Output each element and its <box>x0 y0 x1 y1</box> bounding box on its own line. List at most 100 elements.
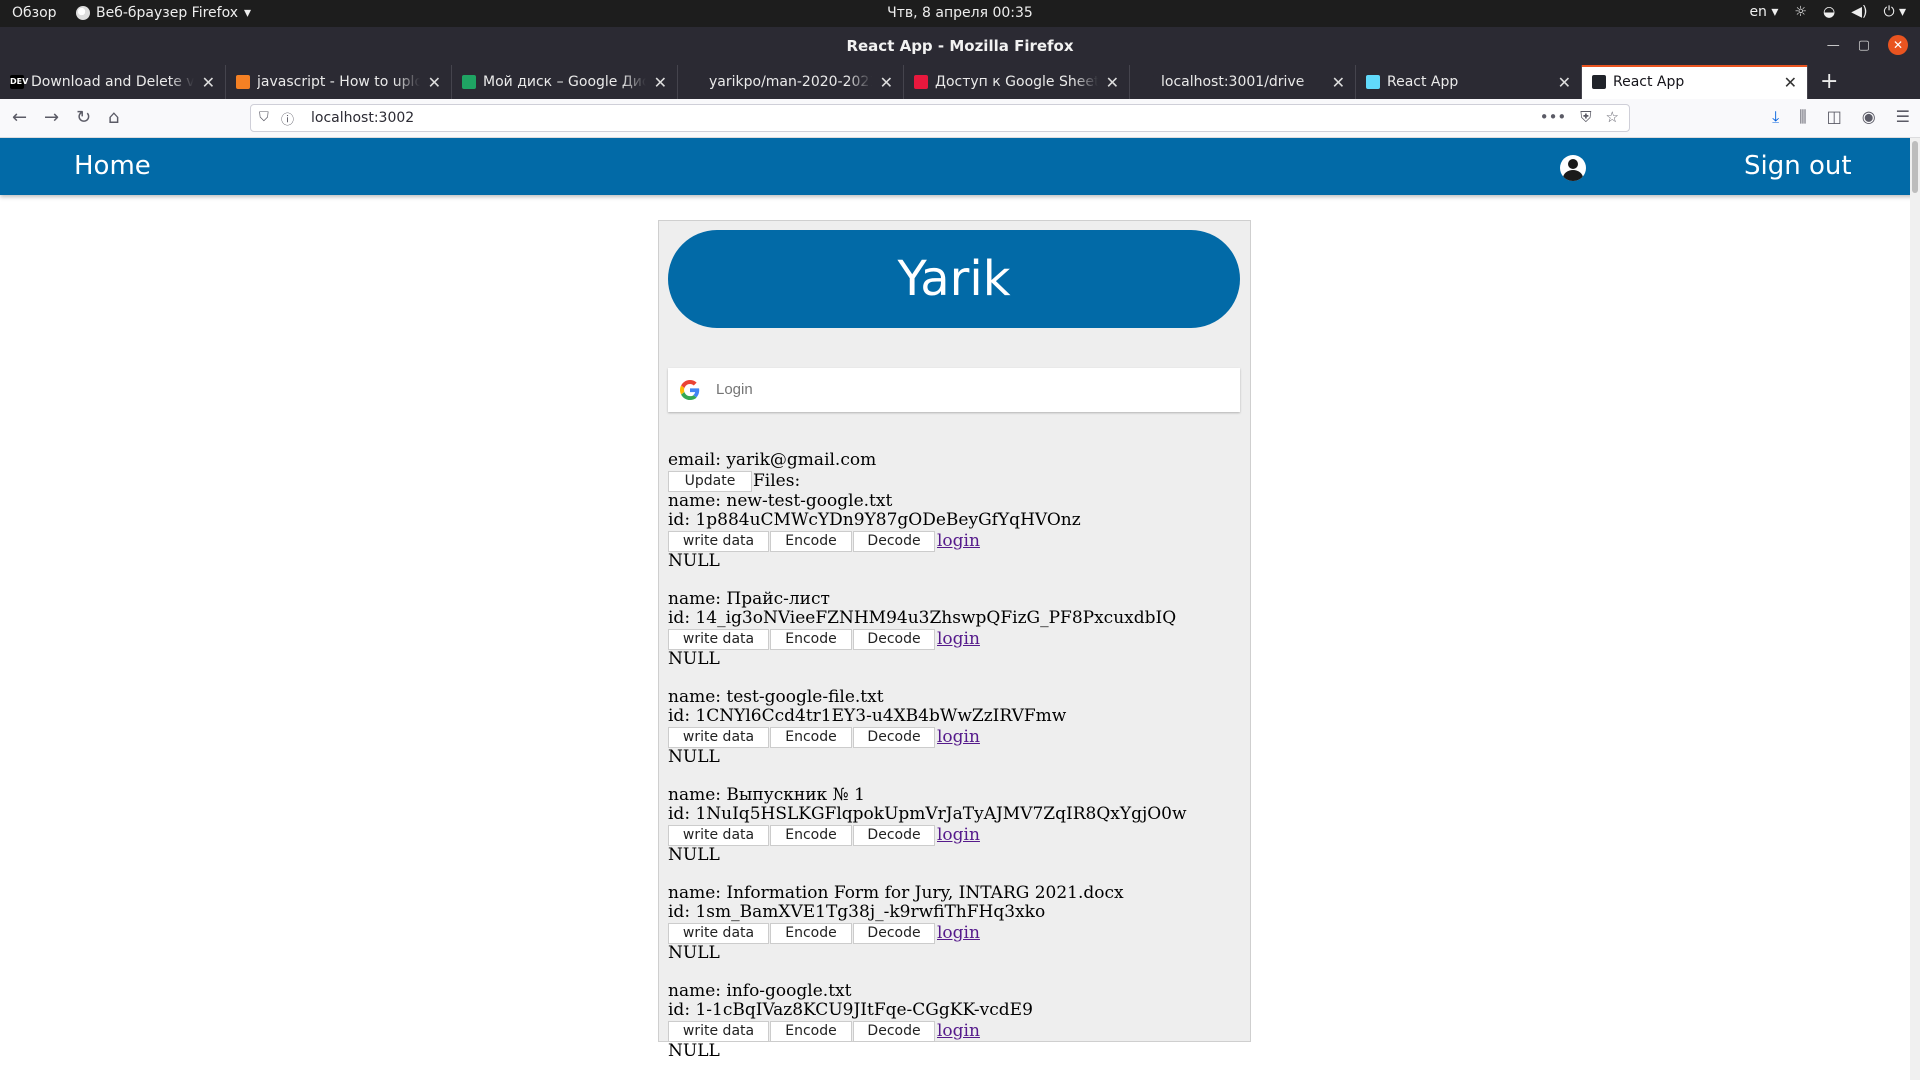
write-data-button[interactable]: write data <box>668 726 769 748</box>
chevron-down-icon: ▾ <box>244 5 252 21</box>
url-bar[interactable]: ⛉ ⓘ localhost:3002 ••• ⛨ ☆ <box>250 104 1630 132</box>
stackoverflow-icon <box>236 75 250 89</box>
tab-close-icon[interactable]: ✕ <box>202 73 215 92</box>
write-data-button[interactable]: write data <box>668 1020 769 1042</box>
update-button[interactable]: Update <box>668 470 752 492</box>
tab-close-icon[interactable]: ✕ <box>1106 73 1119 92</box>
encode-button[interactable]: Encode <box>770 726 852 748</box>
tab-label: yarikpo/man-2020-2021- <box>709 74 872 90</box>
file-id: id: 1CNYl6Ccd4tr1EY3-u4XB4bWwZzIRVFmw <box>668 706 1067 726</box>
reload-icon[interactable]: ↻ <box>76 107 91 128</box>
forward-arrow-icon[interactable]: → <box>44 107 59 128</box>
github-icon <box>688 75 702 89</box>
file-item: name: Прайс-лист id: 14_ig3oNVieeFZNHM94u… <box>668 590 1248 688</box>
decode-button[interactable]: Decode <box>853 628 935 650</box>
encode-button[interactable]: Encode <box>770 824 852 846</box>
minimize-icon[interactable]: — <box>1827 38 1840 53</box>
tab-8[interactable]: React App ✕ <box>1582 65 1808 99</box>
write-data-button[interactable]: write data <box>668 628 769 650</box>
system-tray[interactable]: en ▾ ☼ ◒ ◀) ⏻ ▾ <box>1749 4 1906 20</box>
pocket-icon[interactable]: ⛨ <box>1580 108 1591 126</box>
volume-icon: ◀) <box>1851 4 1868 20</box>
login-link[interactable]: login <box>937 629 980 649</box>
new-tab-icon[interactable]: + <box>1808 65 1838 99</box>
file-item: name: Information Form for Jury, INTARG … <box>668 884 1248 982</box>
file-item: name: new-test-google.txt id: 1p884uCMWcY… <box>668 492 1248 590</box>
tab-7[interactable]: React App ✕ <box>1356 65 1582 99</box>
encode-button[interactable]: Encode <box>770 530 852 552</box>
window-title: React App - Mozilla Firefox <box>846 37 1074 55</box>
encode-button[interactable]: Encode <box>770 628 852 650</box>
sidebar-icon[interactable]: ◫ <box>1827 107 1842 127</box>
language-indicator[interactable]: en ▾ <box>1749 4 1778 20</box>
user-avatar-icon[interactable] <box>1560 155 1586 181</box>
tab-label: javascript - How to uploa <box>257 74 420 90</box>
user-card: Yarik Login email: yarik@gmail.com Updat… <box>658 220 1251 1061</box>
write-data-button[interactable]: write data <box>668 824 769 846</box>
file-actions: write data Encode Decode login <box>668 922 1248 944</box>
back-arrow-icon[interactable]: ← <box>12 107 27 128</box>
decode-button[interactable]: Decode <box>853 922 935 944</box>
tab-2[interactable]: javascript - How to uploa ✕ <box>226 65 452 99</box>
app-menu[interactable]: Веб-браузер Firefox ▾ <box>76 5 251 21</box>
tab-close-icon[interactable]: ✕ <box>880 73 893 92</box>
tab-6[interactable]: localhost:3001/drive ✕ <box>1130 65 1356 99</box>
decode-button[interactable]: Decode <box>853 726 935 748</box>
system-clock[interactable]: Чтв, 8 апреля 00:35 <box>0 5 1920 21</box>
decode-button[interactable]: Decode <box>853 1020 935 1042</box>
file-item: name: info-google.txt id: 1-1cBqIVaz8KCU9… <box>668 982 1248 1061</box>
login-link[interactable]: login <box>937 923 980 943</box>
login-link[interactable]: login <box>937 531 980 551</box>
file-name: name: test-google-file.txt <box>668 687 884 707</box>
window-title-bar: React App - Mozilla Firefox — ▢ ✕ <box>0 27 1920 65</box>
react-icon <box>1592 75 1606 89</box>
write-data-button[interactable]: write data <box>668 922 769 944</box>
update-row: Update Files: <box>668 470 1248 492</box>
decode-button[interactable]: Decode <box>853 824 935 846</box>
write-data-button[interactable]: write data <box>668 530 769 552</box>
tab-3[interactable]: Мой диск – Google Диск ✕ <box>452 65 678 99</box>
home-icon[interactable]: ⌂ <box>108 107 119 128</box>
tab-close-icon[interactable]: ✕ <box>428 73 441 92</box>
file-name: name: Information Form for Jury, INTARG … <box>668 883 1124 903</box>
account-icon[interactable]: ◉ <box>1862 107 1876 127</box>
login-link[interactable]: login <box>937 1021 980 1041</box>
tab-close-icon[interactable]: ✕ <box>654 73 667 92</box>
encode-button[interactable]: Encode <box>770 1020 852 1042</box>
google-drive-icon <box>462 75 476 89</box>
tab-close-icon[interactable]: ✕ <box>1332 73 1345 92</box>
file-item: name: test-google-file.txt id: 1CNYl6Ccd4… <box>668 688 1248 786</box>
bookmark-star-icon[interactable]: ☆ <box>1606 108 1619 126</box>
power-icon[interactable]: ⏻ ▾ <box>1883 4 1906 20</box>
login-link[interactable]: login <box>937 825 980 845</box>
tab-label: React App <box>1613 74 1685 90</box>
tab-4[interactable]: yarikpo/man-2020-2021- ✕ <box>678 65 904 99</box>
night-light-icon: ☼ <box>1794 4 1807 20</box>
home-link[interactable]: Home <box>74 151 151 181</box>
sign-out-button[interactable]: Sign out <box>1744 151 1852 181</box>
page-scrollbar[interactable] <box>1910 138 1920 1080</box>
encode-button[interactable]: Encode <box>770 922 852 944</box>
tracking-shield-icon[interactable]: ⛉ <box>259 110 269 125</box>
page-actions-icon[interactable]: ••• <box>1540 108 1567 126</box>
library-icon[interactable]: ⫼ <box>1799 107 1806 127</box>
menu-icon[interactable]: ☰ <box>1896 107 1910 127</box>
close-window-icon[interactable]: ✕ <box>1888 35 1908 55</box>
tab-close-icon[interactable]: ✕ <box>1784 73 1797 92</box>
tab-5[interactable]: Доступ к Google Sheets ✕ <box>904 65 1130 99</box>
tab-1[interactable]: DEV Download and Delete via ✕ <box>0 65 226 99</box>
activities-button[interactable]: Обзор <box>12 5 57 21</box>
maximize-icon[interactable]: ▢ <box>1858 38 1870 53</box>
google-login-button[interactable]: Login <box>668 368 1240 412</box>
google-g-icon <box>680 380 700 400</box>
downloads-icon[interactable]: ⤓ <box>1772 107 1779 127</box>
system-top-bar: Обзор Веб-браузер Firefox ▾ Чтв, 8 апрел… <box>0 0 1920 27</box>
tab-close-icon[interactable]: ✕ <box>1558 73 1571 92</box>
scrollbar-thumb[interactable] <box>1912 141 1918 193</box>
file-list: name: new-test-google.txt id: 1p884uCMWcY… <box>668 492 1248 1061</box>
decode-button[interactable]: Decode <box>853 530 935 552</box>
login-link[interactable]: login <box>937 727 980 747</box>
window-controls: — ▢ ✕ <box>1827 35 1908 55</box>
site-info-icon[interactable]: ⓘ <box>281 109 294 128</box>
url-text[interactable]: localhost:3002 <box>311 110 414 126</box>
